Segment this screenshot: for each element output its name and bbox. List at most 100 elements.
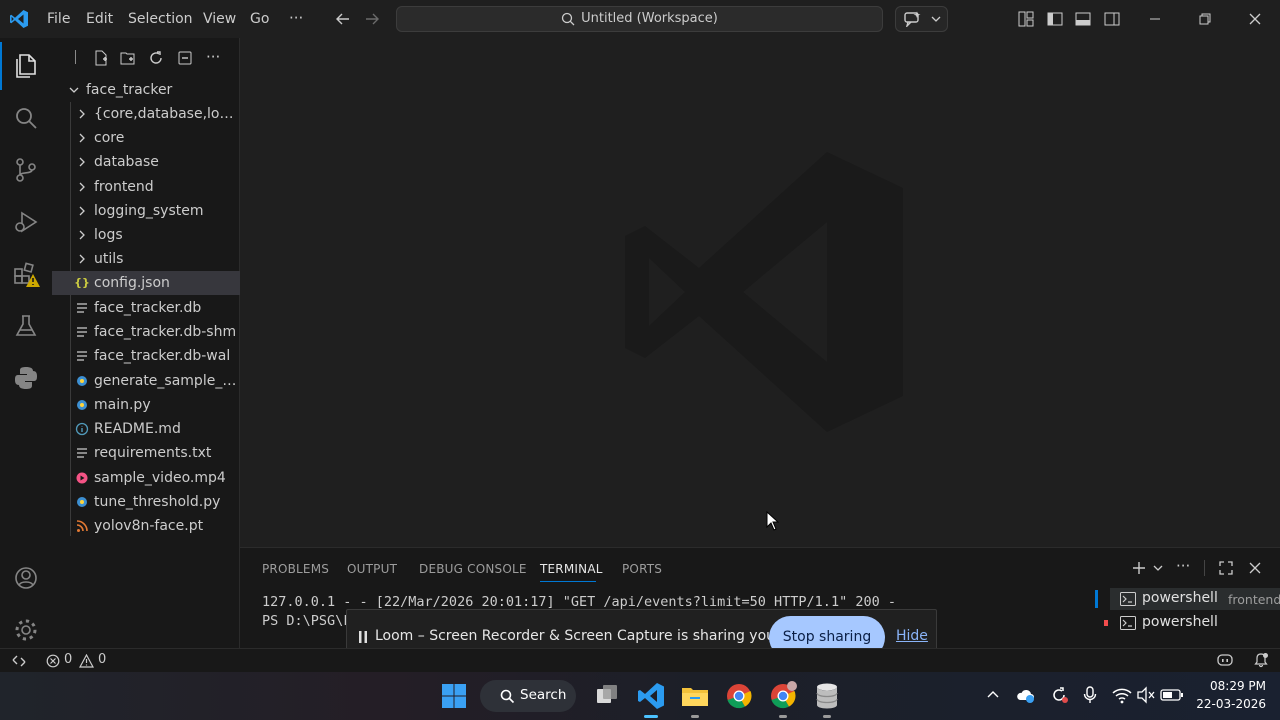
tree-folder-frontend[interactable]: frontend xyxy=(52,175,240,199)
minimize-icon[interactable] xyxy=(1147,11,1163,27)
python-button[interactable] xyxy=(0,354,52,402)
explorer-button[interactable] xyxy=(0,42,52,90)
copilot-status-icon[interactable] xyxy=(1216,652,1234,668)
extensions-icon xyxy=(14,262,40,287)
chrome-profile-icon[interactable] xyxy=(767,680,799,712)
new-folder-icon[interactable] xyxy=(120,50,136,66)
tab-debug-console[interactable]: DEBUG CONSOLE xyxy=(419,562,527,576)
file-explorer-icon[interactable] xyxy=(679,680,711,712)
tree-root-label: face_tracker xyxy=(86,82,173,98)
menu-file[interactable]: File xyxy=(47,0,70,38)
toggle-panel-icon[interactable] xyxy=(1075,11,1091,27)
new-terminal-icon[interactable] xyxy=(1131,560,1147,576)
menu-go[interactable]: Go xyxy=(250,0,269,38)
pause-icon[interactable] xyxy=(358,630,368,644)
more-actions-icon[interactable]: ··· xyxy=(206,48,220,66)
onedrive-icon[interactable] xyxy=(1015,686,1035,704)
video-file-icon xyxy=(74,466,90,490)
windows-start-icon[interactable] xyxy=(438,680,470,712)
terminal-error-marker xyxy=(1104,620,1108,626)
tab-terminal[interactable]: TERMINAL xyxy=(540,562,603,576)
tree-folder-database[interactable]: database xyxy=(52,150,240,174)
chevron-right-icon xyxy=(76,247,88,271)
run-debug-button[interactable] xyxy=(0,198,52,246)
back-arrow-icon[interactable] xyxy=(335,11,351,27)
microphone-icon[interactable] xyxy=(1082,686,1098,704)
tree-file-face-tracker-db-shm[interactable]: face_tracker.db-shm xyxy=(52,320,240,344)
refresh-icon[interactable] xyxy=(148,50,164,66)
tree-file-readme[interactable]: README.md xyxy=(52,417,240,441)
tree-folder-logging-system[interactable]: logging_system xyxy=(52,199,240,223)
tab-problems[interactable]: PROBLEMS xyxy=(262,562,329,576)
panel-more-icon[interactable]: ··· xyxy=(1176,557,1190,575)
maximize-panel-icon[interactable] xyxy=(1218,560,1234,576)
taskbar-search-box[interactable]: Search xyxy=(480,680,576,712)
menu-selection[interactable]: Selection xyxy=(128,0,193,38)
copilot-button[interactable] xyxy=(895,6,948,32)
command-center[interactable]: Untitled (Workspace) xyxy=(396,6,883,32)
chevron-up-icon[interactable] xyxy=(986,688,1000,702)
tree-folder-core[interactable]: core xyxy=(52,126,240,150)
toggle-primary-sidebar-icon[interactable] xyxy=(1047,11,1063,27)
vscode-watermark-icon xyxy=(625,150,905,434)
tree-file-main-py[interactable]: main.py xyxy=(52,393,240,417)
tree-file-requirements[interactable]: requirements.txt xyxy=(52,441,240,465)
accounts-button[interactable] xyxy=(0,554,52,602)
battery-icon[interactable] xyxy=(1160,687,1184,703)
hide-link[interactable]: Hide xyxy=(896,628,928,644)
terminal-list-item-2[interactable]: powershell xyxy=(1110,612,1280,634)
sync-icon[interactable] xyxy=(1049,686,1069,704)
terminal-name: powershell xyxy=(1142,614,1218,630)
chevron-down-icon[interactable] xyxy=(1153,564,1163,572)
forward-arrow-icon[interactable] xyxy=(364,11,380,27)
tree-file-face-tracker-db-wal[interactable]: face_tracker.db-wal xyxy=(52,344,240,368)
tree-file-yolov8n[interactable]: yolov8n-face.pt xyxy=(52,514,240,538)
chevron-right-icon xyxy=(76,199,88,223)
lines-file-icon xyxy=(74,441,90,465)
restore-icon[interactable] xyxy=(1197,11,1213,27)
notifications-bell-icon[interactable] xyxy=(1253,652,1269,668)
new-file-icon[interactable] xyxy=(93,50,109,66)
tree-folder-glob[interactable]: {core,database,loggi... xyxy=(52,102,240,126)
tree-item-label: logs xyxy=(94,227,123,243)
tree-file-generate-sample[interactable]: generate_sample_ou... xyxy=(52,369,240,393)
clock[interactable]: 08:29 PM 22-03-2026 xyxy=(1196,677,1266,713)
files-icon xyxy=(16,54,36,78)
tab-output[interactable]: OUTPUT xyxy=(347,562,397,576)
tree-file-config-json[interactable]: {} config.json xyxy=(52,271,240,295)
tab-ports[interactable]: PORTS xyxy=(622,562,662,576)
source-control-button[interactable] xyxy=(0,146,52,194)
close-panel-icon[interactable] xyxy=(1247,560,1263,576)
toggle-secondary-sidebar-icon[interactable] xyxy=(1104,11,1120,27)
tree-root-folder[interactable]: face_tracker xyxy=(52,78,240,102)
tree-item-label: README.md xyxy=(94,421,181,437)
tree-file-tune-threshold[interactable]: tune_threshold.py xyxy=(52,490,240,514)
gear-icon xyxy=(15,619,37,641)
extensions-button[interactable] xyxy=(0,250,52,298)
collapse-all-icon[interactable] xyxy=(177,50,193,66)
task-view-icon[interactable] xyxy=(591,680,623,712)
search-view-button[interactable] xyxy=(0,94,52,142)
vscode-taskbar-icon[interactable] xyxy=(635,680,667,712)
tree-folder-utils[interactable]: utils xyxy=(52,247,240,271)
tree-item-label: utils xyxy=(94,251,124,267)
manage-button[interactable] xyxy=(0,606,52,654)
tree-file-sample-video[interactable]: sample_video.mp4 xyxy=(52,466,240,490)
error-icon xyxy=(46,654,60,668)
more-menu-icon[interactable]: ··· xyxy=(289,9,303,27)
tree-folder-logs[interactable]: logs xyxy=(52,223,240,247)
terminal-list-item-1[interactable]: powershell frontend xyxy=(1110,588,1280,610)
menu-edit[interactable]: Edit xyxy=(86,0,113,38)
tree-file-face-tracker-db[interactable]: face_tracker.db xyxy=(52,296,240,320)
lines-file-icon xyxy=(74,296,90,320)
wifi-icon[interactable] xyxy=(1112,686,1132,704)
close-window-icon[interactable] xyxy=(1247,11,1263,27)
tree-item-label: face_tracker.db-shm xyxy=(94,324,237,340)
customize-layout-icon[interactable] xyxy=(1018,11,1034,27)
menu-view[interactable]: View xyxy=(203,0,236,38)
testing-button[interactable] xyxy=(0,302,52,350)
remote-icon[interactable] xyxy=(11,653,27,669)
volume-muted-icon[interactable] xyxy=(1136,686,1156,704)
database-app-icon[interactable] xyxy=(811,680,843,712)
chrome-icon[interactable] xyxy=(723,680,755,712)
